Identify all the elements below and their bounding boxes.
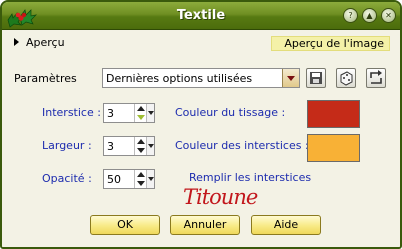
minimize-icon[interactable]: ▲	[362, 8, 377, 23]
chevron-down-icon[interactable]	[282, 69, 299, 87]
opacite-spinner[interactable]: 50	[103, 169, 155, 189]
save-preset-button[interactable]	[306, 68, 326, 88]
help-icon[interactable]: ?	[343, 8, 358, 23]
interstice-spinner[interactable]: 3	[103, 103, 155, 123]
close-icon[interactable]: ✕	[381, 8, 396, 23]
slider-dropdown-icon[interactable]	[146, 104, 154, 122]
expand-triangle-icon	[14, 38, 19, 46]
window-title: Textile	[176, 8, 226, 23]
largeur-value: 3	[107, 140, 114, 153]
spin-down-icon[interactable]	[137, 115, 145, 120]
spin-up-icon[interactable]	[137, 106, 145, 111]
preview-toggle[interactable]: Aperçu	[14, 36, 65, 49]
preview-image-button[interactable]: Aperçu de l'image	[271, 36, 390, 51]
slider-dropdown-icon[interactable]	[146, 170, 154, 188]
spin-up-icon[interactable]	[137, 172, 145, 177]
random-button[interactable]	[336, 68, 356, 88]
reset-button[interactable]	[366, 68, 386, 88]
dialog-window: Textile ? ▲ ✕ Aperçu Aperçu de l'image P…	[0, 0, 402, 249]
random-dice-icon	[340, 71, 353, 86]
largeur-label: Largeur :	[42, 139, 92, 152]
interstice-arrows[interactable]	[134, 104, 146, 122]
preset-combo[interactable]: Dernières options utilisées	[102, 68, 300, 88]
tissage-color-label: Couleur du tissage :	[175, 106, 286, 119]
interstice-value: 3	[107, 107, 114, 120]
preview-toggle-label: Aperçu	[26, 36, 65, 49]
interstice-label: Interstice :	[42, 106, 101, 119]
params-label: Paramètres	[14, 72, 77, 85]
opacite-label: Opacité :	[42, 172, 92, 185]
opacite-arrows[interactable]	[134, 170, 146, 188]
title-bar: Textile ? ▲ ✕	[2, 2, 400, 30]
reset-icon	[370, 70, 382, 84]
preset-value: Dernières options utilisées	[106, 72, 253, 85]
save-preset-icon	[310, 72, 322, 84]
slider-dropdown-icon[interactable]	[146, 137, 154, 155]
interstices-color-label: Couleur des interstices :	[175, 139, 309, 152]
interstices-color-swatch[interactable]	[307, 134, 360, 162]
largeur-spinner[interactable]: 3	[103, 136, 155, 156]
tissage-color-swatch[interactable]	[307, 100, 360, 128]
fill-interstices-label[interactable]: Remplir les interstices	[189, 171, 311, 184]
largeur-arrows[interactable]	[134, 137, 146, 155]
ok-button[interactable]: OK	[90, 215, 160, 235]
cancel-button[interactable]: Annuler	[170, 215, 240, 235]
spin-down-icon[interactable]	[137, 181, 145, 186]
dialog-body: Aperçu Aperçu de l'image Paramètres Dern…	[2, 30, 400, 247]
help-button[interactable]: Aide	[251, 215, 321, 235]
spin-up-icon[interactable]	[137, 139, 145, 144]
opacite-value: 50	[107, 173, 121, 186]
signature-watermark: Titoune	[183, 185, 258, 209]
spin-down-icon[interactable]	[137, 148, 145, 153]
